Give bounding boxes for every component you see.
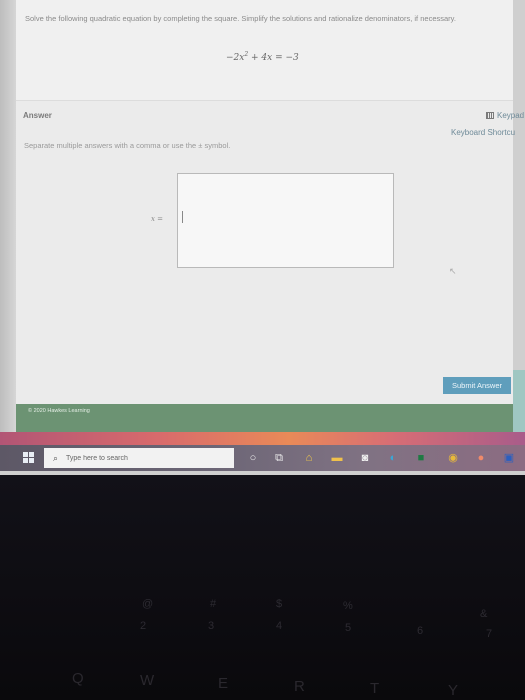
answer-input-box[interactable] [177, 173, 394, 268]
camera-app-icon[interactable]: ◙ [358, 451, 372, 465]
keyboard-shortcuts-link[interactable]: Keyboard Shortcu [451, 128, 515, 137]
file-explorer-icon[interactable]: ▬ [330, 451, 344, 465]
desktop-wallpaper [0, 432, 525, 445]
key-w: W [140, 672, 155, 689]
key-hash: # [210, 598, 217, 610]
key-dollar: $ [276, 598, 283, 610]
hawkes-app-icon[interactable]: ■ [414, 451, 428, 465]
key-ampersand: & [480, 608, 488, 620]
keypad-icon [486, 112, 494, 119]
answer-instructions: Separate multiple answers with a comma o… [24, 141, 231, 150]
question-panel: Solve the following quadratic equation b… [16, 0, 513, 100]
equation-lead-term: −2x [226, 53, 245, 63]
chrome-icon[interactable]: ◉ [446, 451, 460, 465]
copyright-text: © 2020 Hawkes Learning [28, 408, 90, 414]
key-4: 4 [276, 620, 283, 632]
keypad-label: Keypad [497, 111, 525, 120]
taskbar-search-box[interactable]: ⌕ [44, 448, 234, 468]
home-app-icon[interactable]: ⌂ [302, 451, 316, 465]
variable-label: x = [151, 215, 164, 223]
task-view-icon[interactable]: ⧉ [272, 451, 286, 465]
key-5: 5 [345, 622, 352, 634]
windows-start-icon[interactable] [23, 452, 35, 464]
word-icon[interactable]: ▣ [502, 451, 516, 465]
search-icon: ⌕ [53, 453, 59, 463]
key-e: E [218, 675, 229, 692]
keypad-button[interactable]: Keypad [486, 111, 524, 120]
key-3: 3 [208, 620, 215, 632]
screen-left-edge [0, 0, 16, 440]
equation-remainder: + 4x = −3 [248, 53, 299, 63]
hawkes-learning-app: Solve the following quadratic equation b… [16, 0, 524, 404]
app-footer: © 2020 Hawkes Learning [16, 404, 513, 432]
submit-answer-button[interactable]: Submit Answer [443, 377, 511, 394]
key-7: 7 [486, 628, 493, 640]
taskbar-search-input[interactable] [66, 451, 226, 465]
answer-heading: Answer [23, 111, 52, 120]
cortana-icon[interactable]: ○ [246, 451, 260, 465]
answer-panel: Answer Keypad Keyboard Shortcu Separate … [16, 100, 524, 404]
key-percent: % [343, 600, 353, 612]
music-app-icon[interactable]: ● [474, 451, 488, 465]
mouse-pointer-icon: ↖ [449, 266, 457, 276]
key-y: Y [448, 682, 459, 699]
quadratic-equation: −2x2 + 4x = −3 [226, 51, 299, 63]
laptop-keyboard: @ 2 # 3 $ 4 % 5 6 & 7 Q W E R T Y [0, 475, 525, 700]
key-r: R [294, 678, 305, 695]
key-t: T [370, 680, 380, 697]
question-prompt: Solve the following quadratic equation b… [25, 14, 456, 23]
key-q: Q [72, 670, 84, 687]
key-at: @ [142, 598, 154, 610]
key-2: 2 [140, 620, 147, 632]
laptop-screen: Solve the following quadratic equation b… [0, 0, 525, 475]
text-caret [182, 211, 183, 223]
edge-icon[interactable]: ◐ [386, 451, 400, 465]
windows-taskbar: ⌕ ○ ⧉ ⌂ ▬ ◙ ◐ ■ ◉ ● ▣ [0, 445, 525, 471]
key-6: 6 [417, 625, 424, 637]
